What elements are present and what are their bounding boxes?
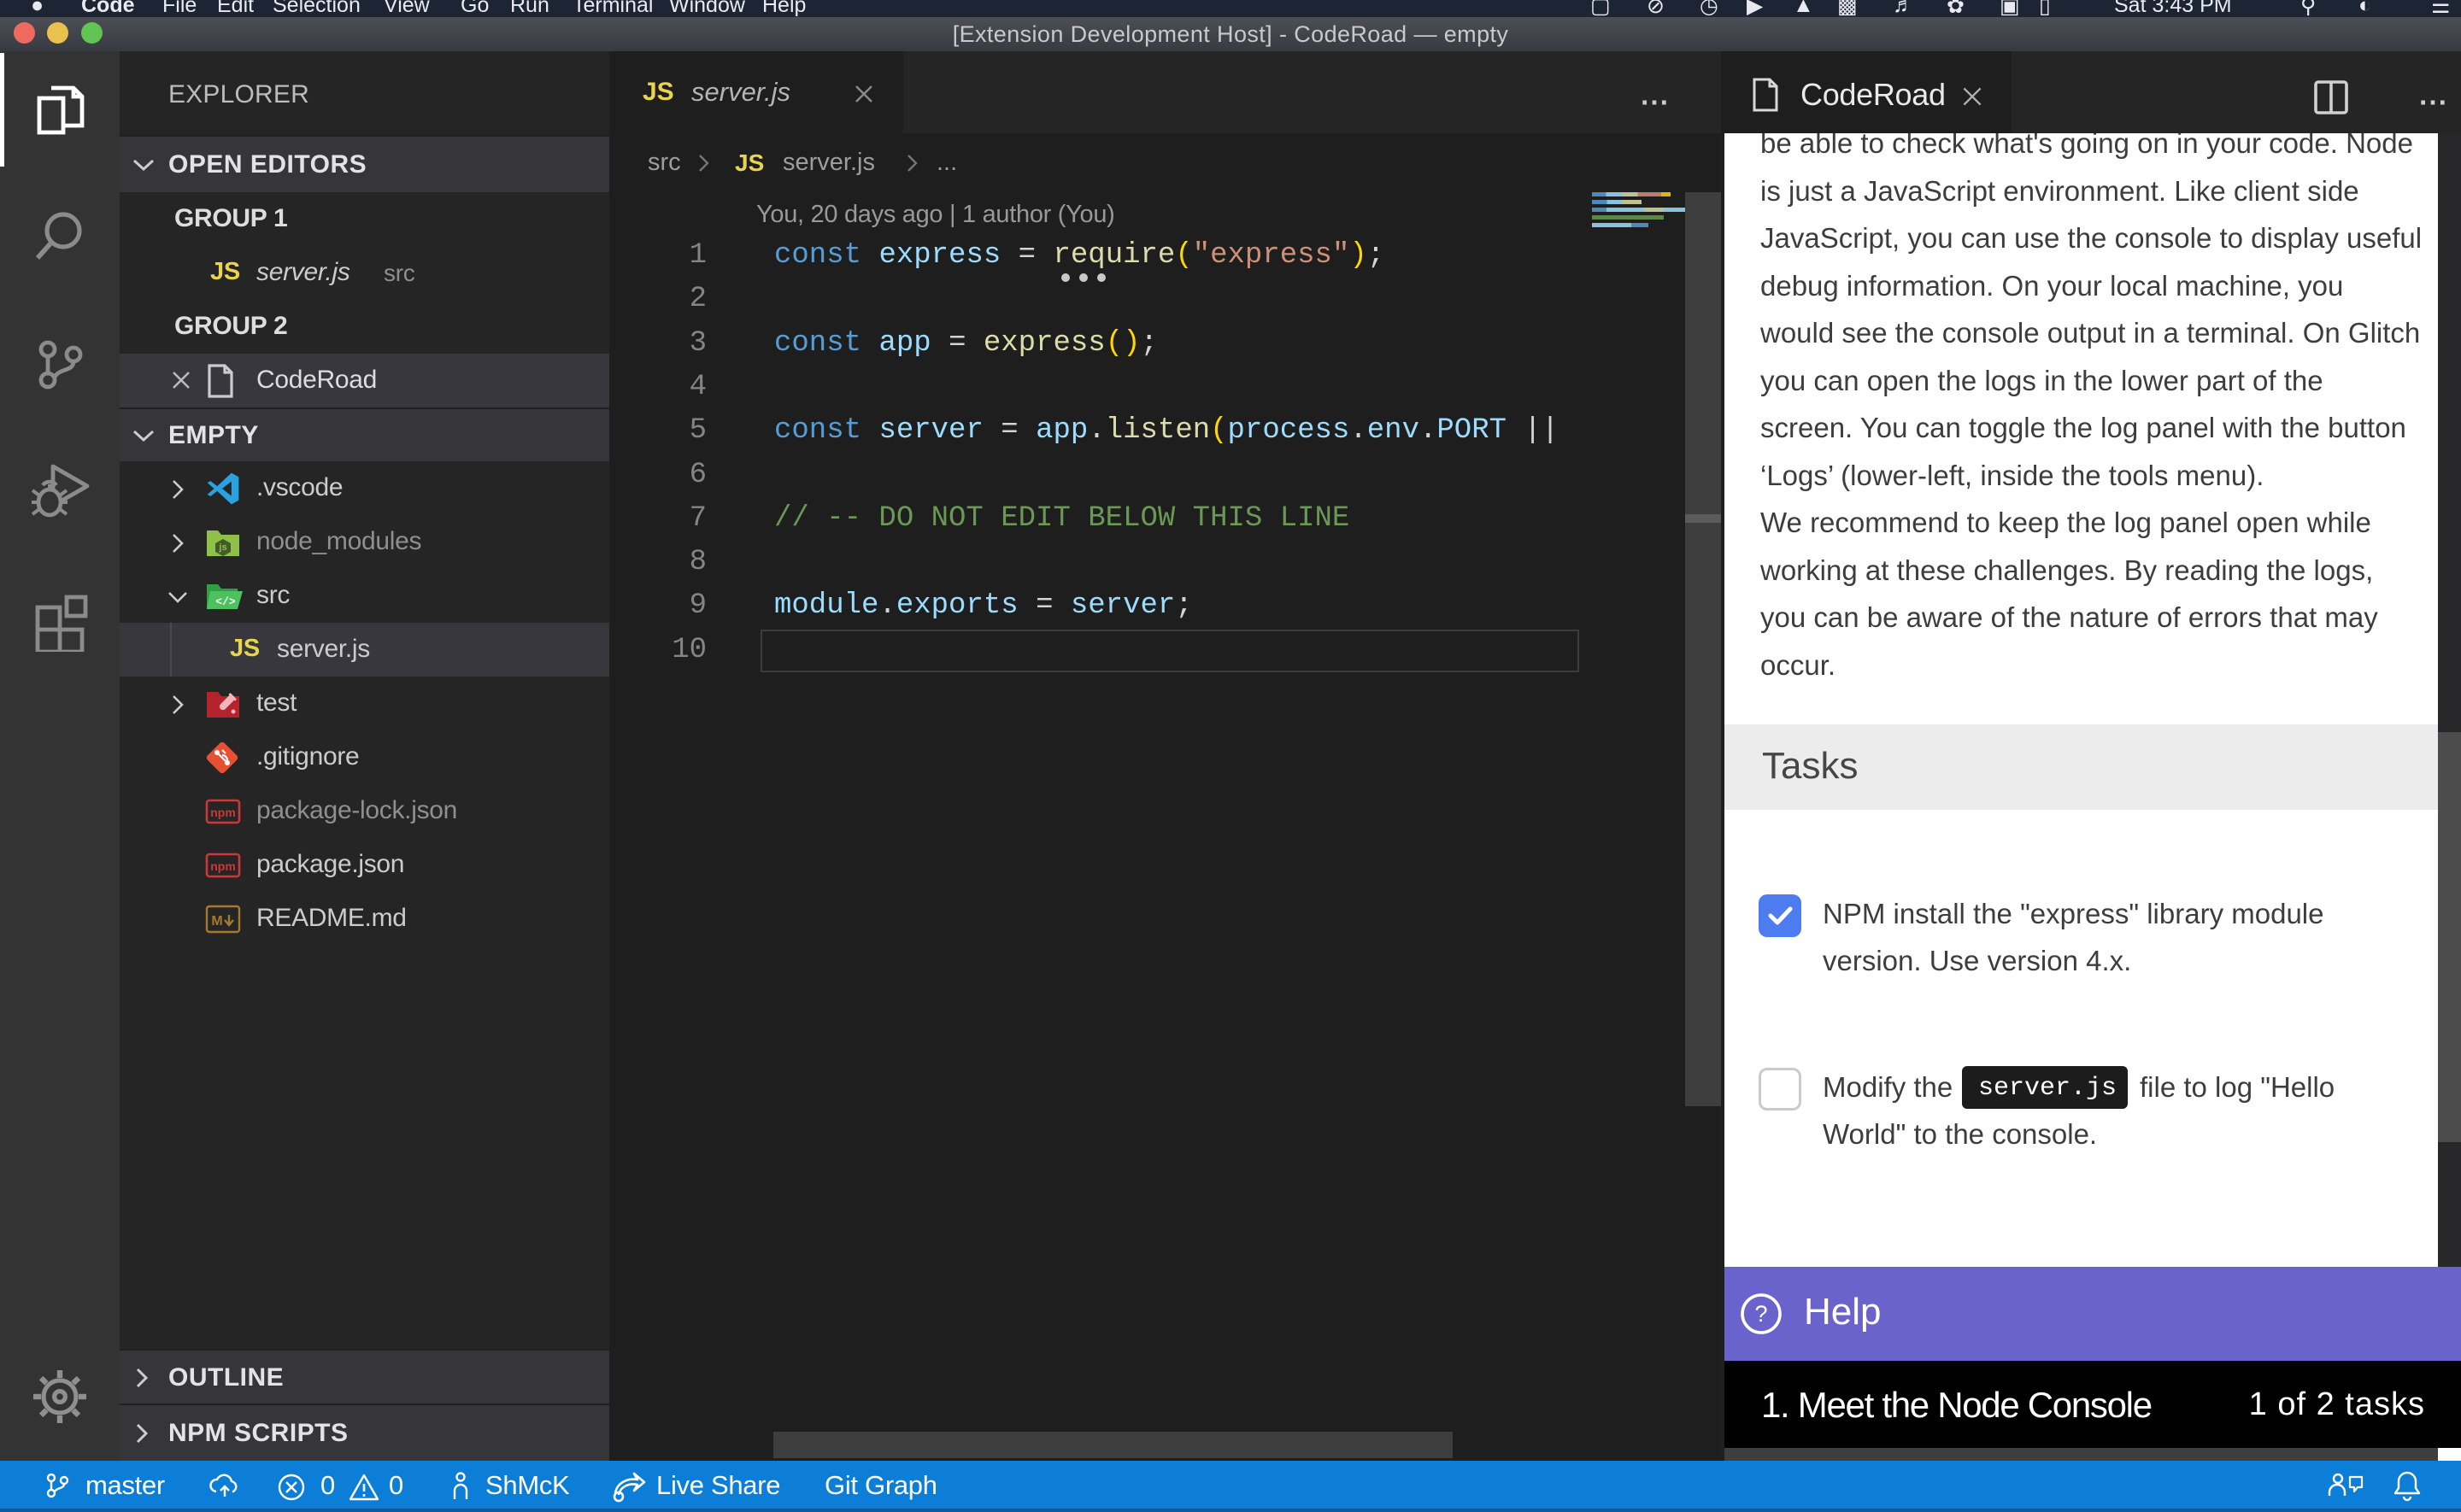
- svg-text:js: js: [218, 542, 226, 553]
- svg-text:?: ?: [1754, 1301, 1767, 1327]
- svg-text:</>: </>: [215, 595, 236, 608]
- svg-text:npm: npm: [210, 806, 236, 819]
- svg-text:npm: npm: [210, 859, 236, 873]
- svg-text:M: M: [211, 914, 222, 929]
